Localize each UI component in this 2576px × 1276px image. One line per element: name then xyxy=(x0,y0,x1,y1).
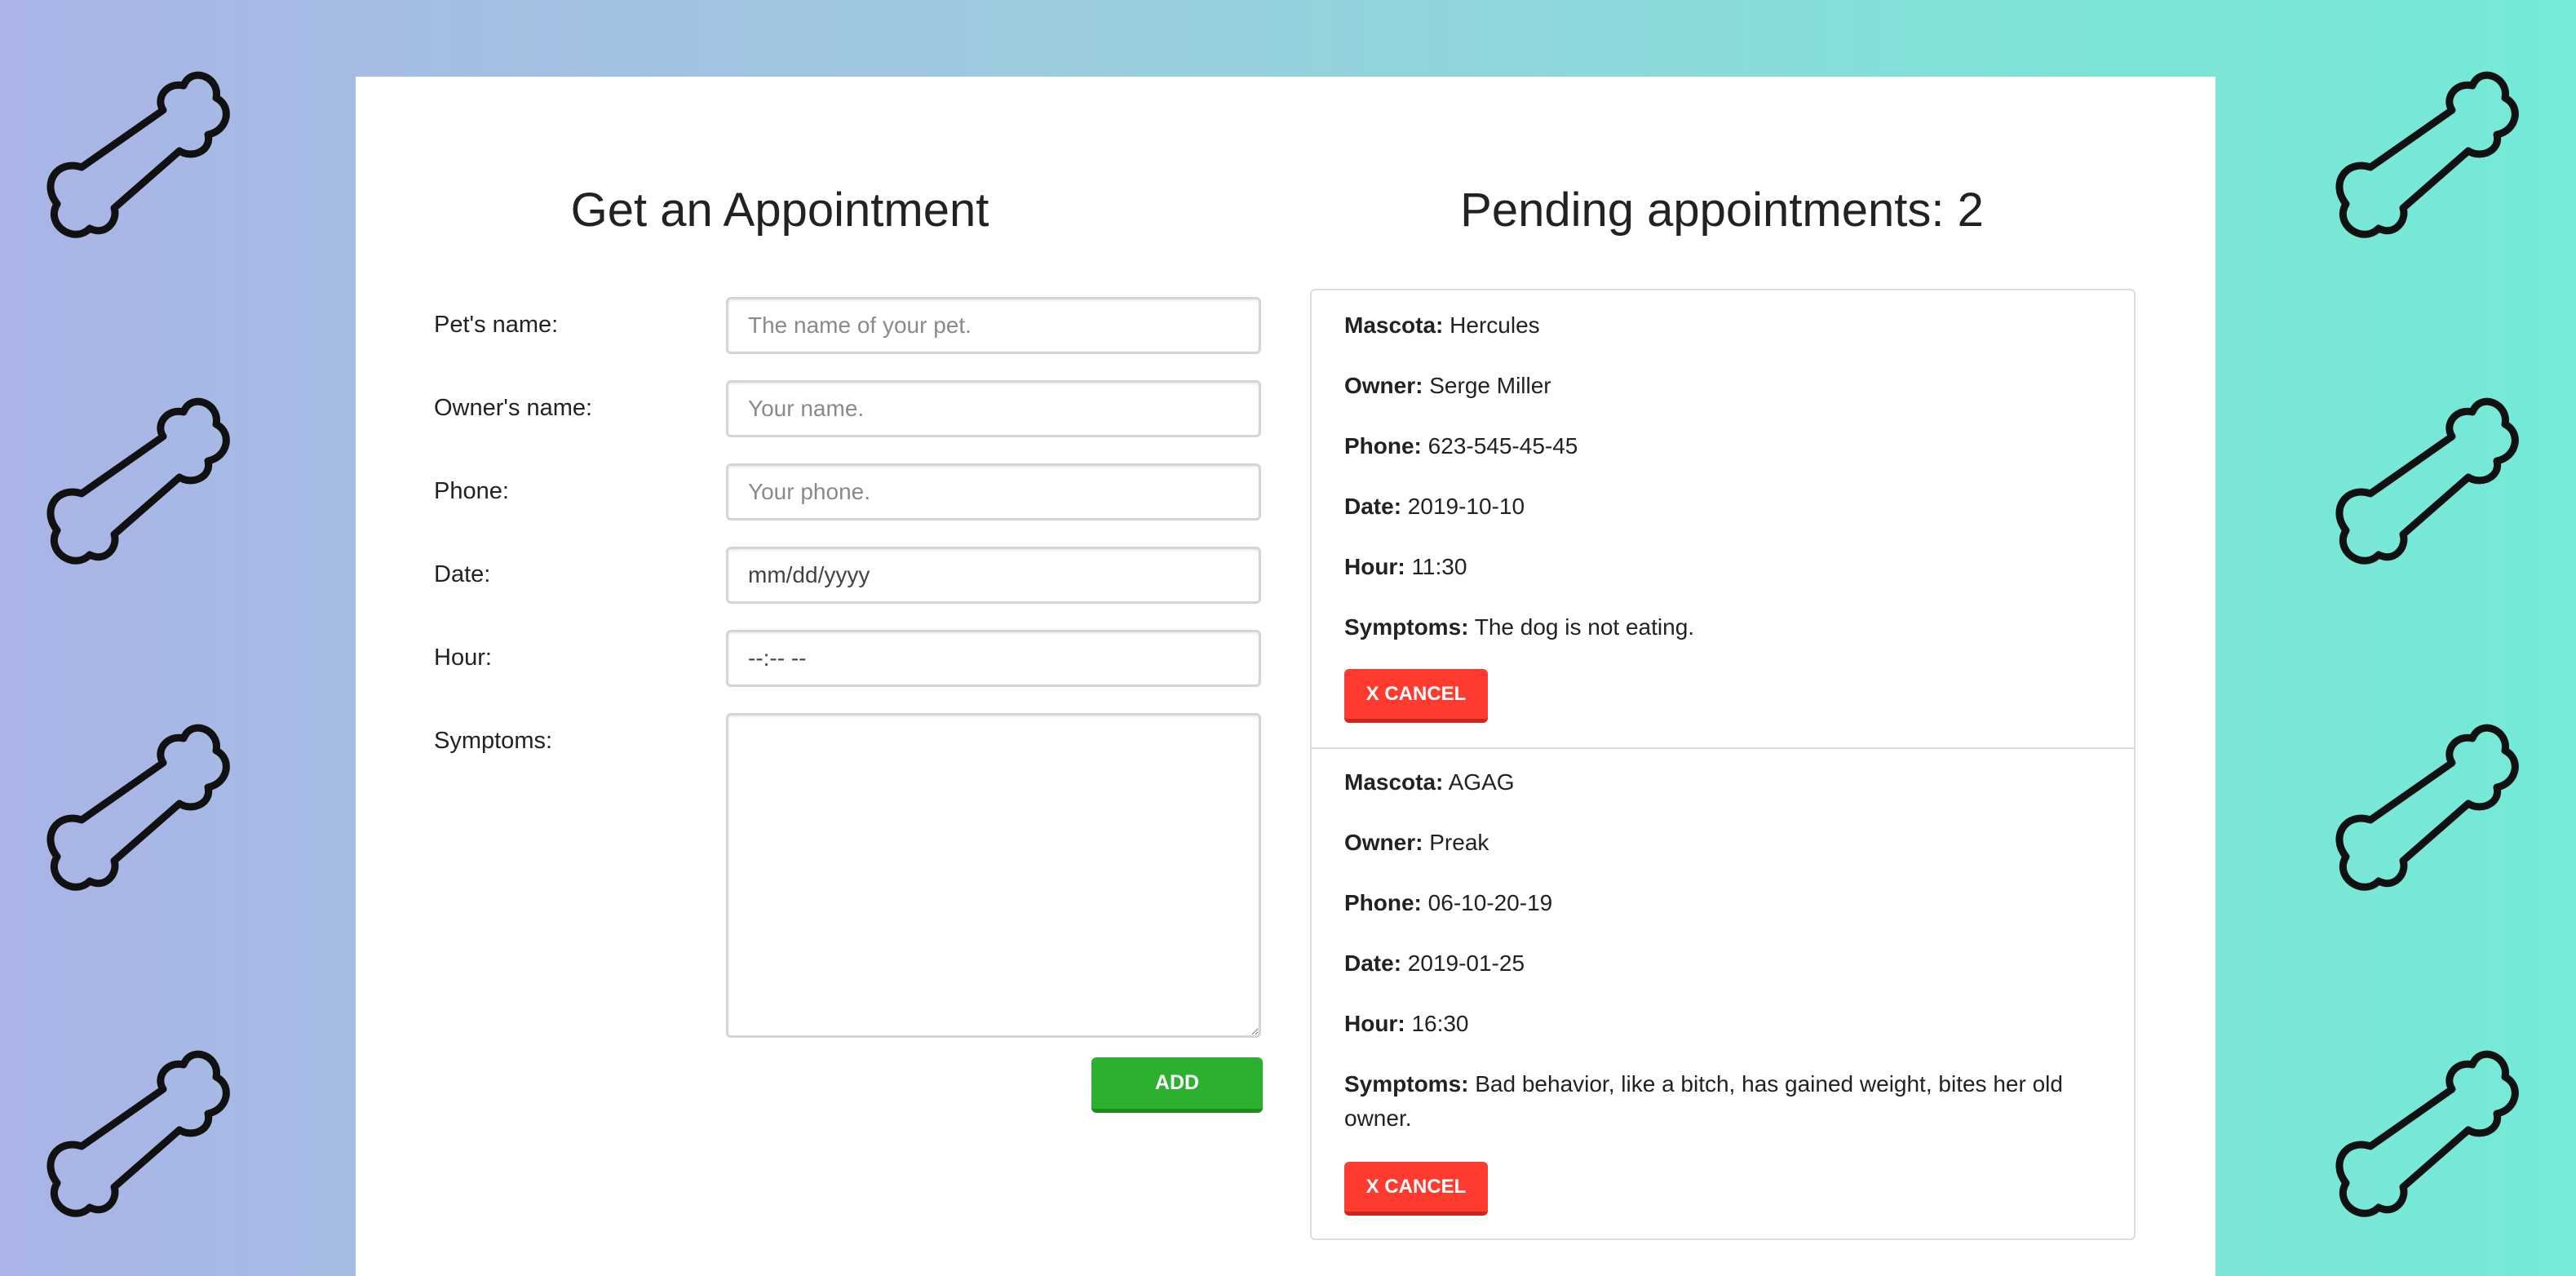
cancel-button[interactable]: X CANCEL xyxy=(1344,669,1488,723)
field-label: Hour: xyxy=(1344,554,1405,579)
field-label: Phone: xyxy=(1344,433,1422,459)
bone-icon xyxy=(2313,714,2558,910)
bone-icon xyxy=(2313,388,2558,583)
date-value: 2019-01-25 xyxy=(1407,950,1525,976)
appointment-symptoms: Symptoms: The dog is not eating. xyxy=(1344,610,2101,645)
bone-icon xyxy=(24,1040,269,1236)
appointment-date: Date: 2019-10-10 xyxy=(1344,490,2101,524)
pet-name-input[interactable] xyxy=(726,297,1261,354)
bone-icon xyxy=(24,388,269,583)
appointment-phone: Phone: 06-10-20-19 xyxy=(1344,886,2101,920)
owner-name-label: Owner's name: xyxy=(434,395,593,421)
field-label: Mascota: xyxy=(1344,312,1444,338)
field-label: Hour: xyxy=(1344,1011,1405,1036)
pending-title: Pending appointments: 2 xyxy=(1460,184,1984,237)
bone-icon xyxy=(24,714,269,910)
phone-label: Phone: xyxy=(434,478,509,504)
appointment-hour: Hour: 16:30 xyxy=(1344,1007,2101,1041)
phone-input[interactable] xyxy=(726,463,1261,521)
appointment-list: Mascota: Hercules Owner: Serge Miller Ph… xyxy=(1310,289,2136,1240)
appointment-owner: Owner: Serge Miller xyxy=(1344,369,2101,403)
field-label: Symptoms: xyxy=(1344,614,1469,640)
add-button[interactable]: ADD xyxy=(1091,1057,1263,1113)
bone-icon xyxy=(24,61,269,257)
form-title: Get an Appointment xyxy=(570,184,989,237)
owner-name-input[interactable] xyxy=(726,380,1261,437)
phone-value: 623-545-45-45 xyxy=(1427,433,1578,459)
appointment-hour: Hour: 11:30 xyxy=(1344,550,2101,584)
appointment-phone: Phone: 623-545-45-45 xyxy=(1344,429,2101,463)
main-card: Get an Appointment Pet's name: Owner's n… xyxy=(356,77,2215,1276)
hour-value: 16:30 xyxy=(1411,1011,1469,1036)
date-value: 2019-10-10 xyxy=(1407,494,1525,519)
background-pattern-right xyxy=(2215,0,2576,1276)
hour-input[interactable]: --:-- -- xyxy=(726,630,1261,687)
owner-value: Serge Miller xyxy=(1429,373,1551,398)
field-label: Owner: xyxy=(1344,830,1423,855)
symptoms-textarea[interactable] xyxy=(726,713,1261,1038)
pet-value: Hercules xyxy=(1450,312,1540,338)
appointment-pet: Mascota: AGAG xyxy=(1344,765,2101,800)
date-input[interactable]: mm/dd/yyyy xyxy=(726,547,1261,604)
appointment-card: Mascota: AGAG Owner: Preak Phone: 06-10-… xyxy=(1312,747,2134,1237)
field-label: Mascota: xyxy=(1344,769,1444,795)
pet-name-label: Pet's name: xyxy=(434,312,559,338)
phone-value: 06-10-20-19 xyxy=(1427,890,1553,915)
cancel-button[interactable]: X CANCEL xyxy=(1344,1162,1488,1216)
field-label: Date: xyxy=(1344,494,1402,519)
appointment-owner: Owner: Preak xyxy=(1344,826,2101,860)
hour-label: Hour: xyxy=(434,645,492,671)
field-label: Symptoms: xyxy=(1344,1071,1469,1097)
bone-icon xyxy=(2313,1040,2558,1236)
background-pattern-left xyxy=(0,0,356,1276)
field-label: Date: xyxy=(1344,950,1402,976)
hour-value: 11:30 xyxy=(1411,554,1467,579)
bone-icon xyxy=(2313,61,2558,257)
date-label: Date: xyxy=(434,561,491,587)
symptoms-label: Symptoms: xyxy=(434,728,553,754)
symptoms-value: The dog is not eating. xyxy=(1474,614,1695,640)
field-label: Owner: xyxy=(1344,373,1423,398)
appointment-symptoms: Symptoms: Bad behavior, like a bitch, ha… xyxy=(1344,1067,2101,1136)
appointment-date: Date: 2019-01-25 xyxy=(1344,946,2101,981)
appointment-pet: Mascota: Hercules xyxy=(1344,308,2101,343)
field-label: Phone: xyxy=(1344,890,1422,915)
owner-value: Preak xyxy=(1429,830,1489,855)
pet-value: AGAG xyxy=(1448,769,1515,795)
appointment-card: Mascota: Hercules Owner: Serge Miller Ph… xyxy=(1312,290,2134,747)
